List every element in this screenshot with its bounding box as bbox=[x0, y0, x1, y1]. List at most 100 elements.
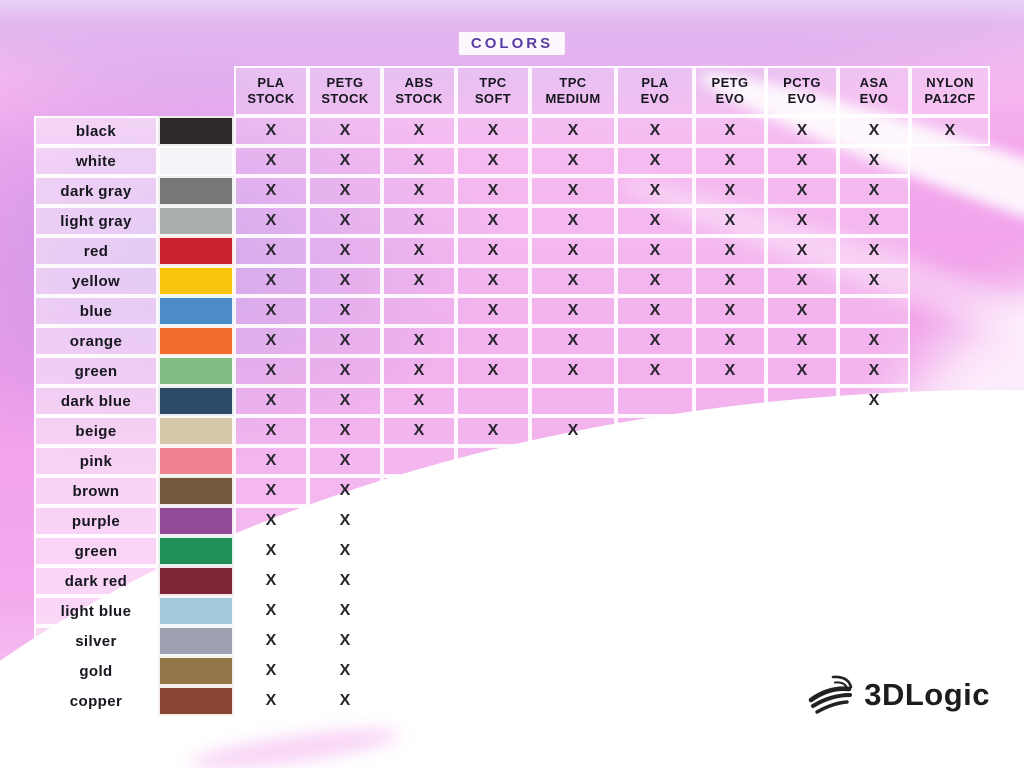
empty-cell bbox=[456, 476, 530, 506]
color-swatch bbox=[158, 416, 234, 446]
empty-cell bbox=[382, 476, 456, 506]
empty-cell bbox=[910, 326, 990, 356]
column-header: ASAEVO bbox=[838, 66, 910, 116]
column-header: PLASTOCK bbox=[234, 66, 308, 116]
x-mark-cell: X bbox=[382, 206, 456, 236]
empty-cell bbox=[694, 626, 766, 656]
color-swatch bbox=[158, 626, 234, 656]
empty-cell bbox=[910, 386, 990, 416]
empty-cell bbox=[456, 656, 530, 686]
empty-cell bbox=[838, 416, 910, 446]
x-mark-cell: X bbox=[308, 176, 382, 206]
x-mark-cell: X bbox=[234, 236, 308, 266]
column-header-line: STOCK bbox=[395, 91, 442, 107]
empty-cell bbox=[616, 566, 694, 596]
column-header: NYLONPA12CF bbox=[910, 66, 990, 116]
x-mark-cell: X bbox=[838, 236, 910, 266]
x-mark-cell: X bbox=[234, 296, 308, 326]
x-mark-cell: X bbox=[530, 266, 616, 296]
x-mark-cell: X bbox=[308, 236, 382, 266]
empty-cell bbox=[456, 566, 530, 596]
empty-cell bbox=[694, 386, 766, 416]
x-mark-cell: X bbox=[456, 206, 530, 236]
x-mark-cell: X bbox=[530, 176, 616, 206]
empty-cell bbox=[766, 446, 838, 476]
x-mark-cell: X bbox=[308, 356, 382, 386]
x-mark-cell: X bbox=[616, 266, 694, 296]
x-mark-cell: X bbox=[694, 356, 766, 386]
x-mark-cell: X bbox=[234, 266, 308, 296]
page-title: COLORS bbox=[459, 32, 565, 55]
brand-name: 3DLogic bbox=[864, 677, 990, 713]
x-mark-cell: X bbox=[382, 386, 456, 416]
x-mark-cell: X bbox=[382, 146, 456, 176]
empty-cell bbox=[616, 626, 694, 656]
empty-cell bbox=[382, 506, 456, 536]
empty-cell bbox=[910, 626, 990, 656]
x-mark-cell: X bbox=[766, 326, 838, 356]
empty-cell bbox=[616, 506, 694, 536]
x-mark-cell: X bbox=[838, 176, 910, 206]
color-swatch bbox=[158, 446, 234, 476]
column-header-line: TPC bbox=[559, 75, 586, 91]
column-header-line: EVO bbox=[860, 91, 889, 107]
x-mark-cell: X bbox=[456, 416, 530, 446]
x-mark-cell: X bbox=[530, 416, 616, 446]
column-header-line: PLA bbox=[641, 75, 668, 91]
x-mark-cell: X bbox=[838, 356, 910, 386]
empty-cell bbox=[694, 566, 766, 596]
empty-cell bbox=[530, 656, 616, 686]
x-mark-cell: X bbox=[308, 116, 382, 146]
x-mark-cell: X bbox=[530, 206, 616, 236]
x-mark-cell: X bbox=[694, 116, 766, 146]
empty-cell bbox=[616, 446, 694, 476]
x-mark-cell: X bbox=[694, 146, 766, 176]
x-mark-cell: X bbox=[308, 296, 382, 326]
empty-cell bbox=[456, 536, 530, 566]
x-mark-cell: X bbox=[616, 326, 694, 356]
empty-cell bbox=[456, 686, 530, 716]
column-header-line: NYLON bbox=[926, 75, 974, 91]
column-header: PLAEVO bbox=[616, 66, 694, 116]
x-mark-cell: X bbox=[234, 116, 308, 146]
x-mark-cell: X bbox=[530, 356, 616, 386]
3dlogic-swirl-icon bbox=[808, 674, 856, 716]
color-swatch bbox=[158, 146, 234, 176]
empty-cell bbox=[694, 596, 766, 626]
color-swatch bbox=[158, 476, 234, 506]
x-mark-cell: X bbox=[234, 416, 308, 446]
x-mark-cell: X bbox=[766, 266, 838, 296]
empty-cell bbox=[838, 596, 910, 626]
x-mark-cell: X bbox=[234, 326, 308, 356]
empty-cell bbox=[456, 596, 530, 626]
column-header: PETGSTOCK bbox=[308, 66, 382, 116]
row-label: gold bbox=[34, 656, 158, 686]
x-mark-cell: X bbox=[616, 236, 694, 266]
row-label: dark gray bbox=[34, 176, 158, 206]
colors-availability-page: COLORS PLASTOCKPETGSTOCKABSSTOCKTPCSOFTT… bbox=[0, 0, 1024, 768]
brand-logo: 3DLogic bbox=[808, 674, 990, 716]
x-mark-cell: X bbox=[234, 206, 308, 236]
empty-cell bbox=[382, 656, 456, 686]
x-mark-cell: X bbox=[694, 296, 766, 326]
x-mark-cell: X bbox=[456, 356, 530, 386]
empty-cell bbox=[456, 386, 530, 416]
empty-cell bbox=[616, 476, 694, 506]
x-mark-cell: X bbox=[234, 446, 308, 476]
x-mark-cell: X bbox=[382, 416, 456, 446]
empty-cell bbox=[910, 146, 990, 176]
x-mark-cell: X bbox=[308, 596, 382, 626]
empty-cell bbox=[838, 506, 910, 536]
x-mark-cell: X bbox=[308, 656, 382, 686]
row-label: white bbox=[34, 146, 158, 176]
empty-cell bbox=[910, 356, 990, 386]
background-pink-wisp bbox=[189, 722, 401, 768]
x-mark-cell: X bbox=[766, 296, 838, 326]
x-mark-cell: X bbox=[766, 176, 838, 206]
x-mark-cell: X bbox=[308, 566, 382, 596]
column-header-line: STOCK bbox=[247, 91, 294, 107]
empty-cell bbox=[766, 506, 838, 536]
x-mark-cell: X bbox=[910, 116, 990, 146]
x-mark-cell: X bbox=[234, 176, 308, 206]
color-swatch bbox=[158, 206, 234, 236]
